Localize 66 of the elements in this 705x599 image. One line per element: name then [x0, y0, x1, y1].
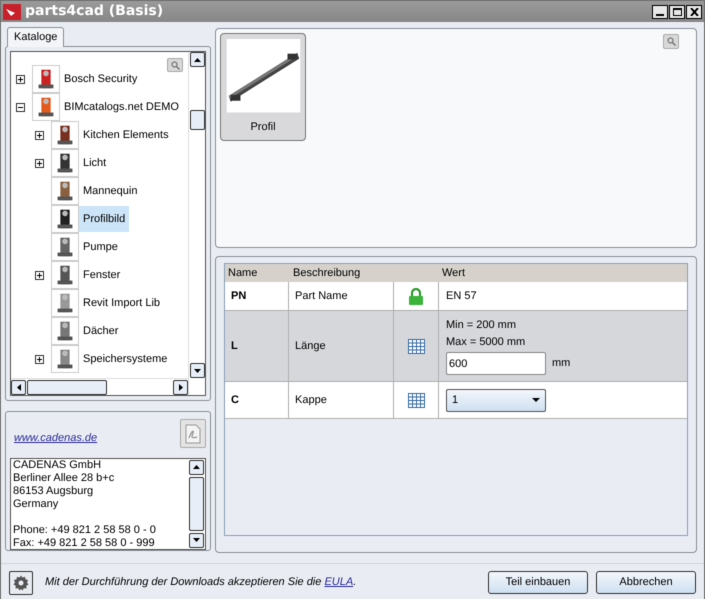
table-cell-text: EN 57	[446, 288, 478, 304]
pdf-button[interactable]	[180, 419, 206, 448]
tree-item[interactable]: Mannequin	[79, 178, 142, 204]
column-header: Wert	[441, 266, 466, 281]
tree-item[interactable]: Dächer	[79, 318, 122, 344]
close-icon	[690, 8, 698, 16]
phone-numbers-text: Phone: +49 821 2 58 58 0 - 0 Fax: +49 821 2 58 58 0 - 999	[13, 524, 157, 549]
dialog-button[interactable]: Teil einbauen	[488, 571, 588, 594]
tree-item[interactable]: Profilbild	[79, 206, 130, 232]
tree-item[interactable]: Licht	[79, 150, 110, 176]
dropdown[interactable]: 1	[446, 388, 546, 412]
table-cell-text: Länge	[295, 338, 326, 354]
column-header: Name	[227, 266, 258, 281]
scroll-thumb[interactable]	[190, 110, 204, 130]
table-icon	[408, 392, 424, 408]
vertical-scrollbar[interactable]	[188, 458, 205, 549]
table-cell-text: L	[231, 338, 238, 354]
table-cell-text: Part Name	[295, 288, 348, 304]
dialog-button[interactable]: Abbrechen	[596, 571, 696, 594]
lock-icon	[408, 288, 424, 304]
website-link[interactable]: www.cadenas.de	[10, 422, 98, 446]
length-input[interactable]: 600	[446, 352, 546, 375]
window-title: parts4cad (Basis)	[25, 2, 164, 21]
tree-item[interactable]: Kitchen Elements	[79, 122, 173, 148]
scroll-thumb[interactable]	[189, 476, 204, 531]
horizontal-scrollbar[interactable]	[11, 378, 188, 395]
scroll-thumb[interactable]	[27, 380, 107, 394]
tree-item[interactable]: BIMcatalogs.net DEMO	[60, 94, 183, 120]
eula-notice: Mit der Durchführung der Downloads akzeptieren Sie die EULA.	[45, 575, 356, 590]
eula-link[interactable]: EULA	[324, 576, 354, 588]
unit-label: mm	[552, 356, 570, 372]
expand-toggle[interactable]	[16, 102, 25, 112]
table-cell-text: PN	[231, 288, 246, 304]
app-logo-icon	[3, 4, 21, 20]
search-button[interactable]	[663, 34, 679, 49]
expand-toggle[interactable]	[35, 158, 44, 168]
expand-toggle[interactable]	[35, 270, 44, 280]
expand-toggle[interactable]	[16, 74, 25, 84]
search-button[interactable]	[167, 58, 183, 72]
max-text: Max = 5000 mm	[446, 335, 526, 350]
table-cell-text: Kappe	[295, 392, 327, 408]
pdf-icon	[185, 424, 201, 444]
table-cell-text: C	[231, 392, 239, 408]
settings-button[interactable]	[9, 570, 33, 594]
tree-item[interactable]: Pumpe	[79, 234, 122, 260]
search-icon	[666, 37, 676, 46]
expand-toggle[interactable]	[35, 354, 44, 364]
column-header: Beschreibung	[292, 266, 362, 281]
table-icon	[408, 338, 424, 354]
minimize-button[interactable]	[652, 4, 668, 18]
tree-item[interactable]: Fenster	[79, 262, 124, 288]
caret-icon	[532, 398, 540, 402]
expand-toggle[interactable]	[35, 130, 44, 140]
vertical-scrollbar[interactable]	[188, 52, 205, 395]
tab[interactable]: Kataloge	[7, 27, 64, 47]
min-text: Min = 200 mm	[446, 318, 517, 333]
preview-label: Profil	[250, 120, 276, 134]
address-text: CADENAS GmbH Berliner Allee 28 b+c 86153 Augsburg Germany	[13, 458, 116, 511]
maximize-button[interactable]	[669, 4, 685, 18]
preview-card[interactable]: Profil	[220, 33, 306, 141]
settings-icon	[13, 574, 29, 590]
tree-item[interactable]: Revit Import Lib	[79, 290, 164, 316]
search-icon	[170, 60, 180, 70]
tree-item[interactable]: Bosch Security	[60, 66, 142, 92]
close-button[interactable]	[686, 4, 702, 18]
tree-item[interactable]: Speichersysteme	[79, 346, 172, 372]
